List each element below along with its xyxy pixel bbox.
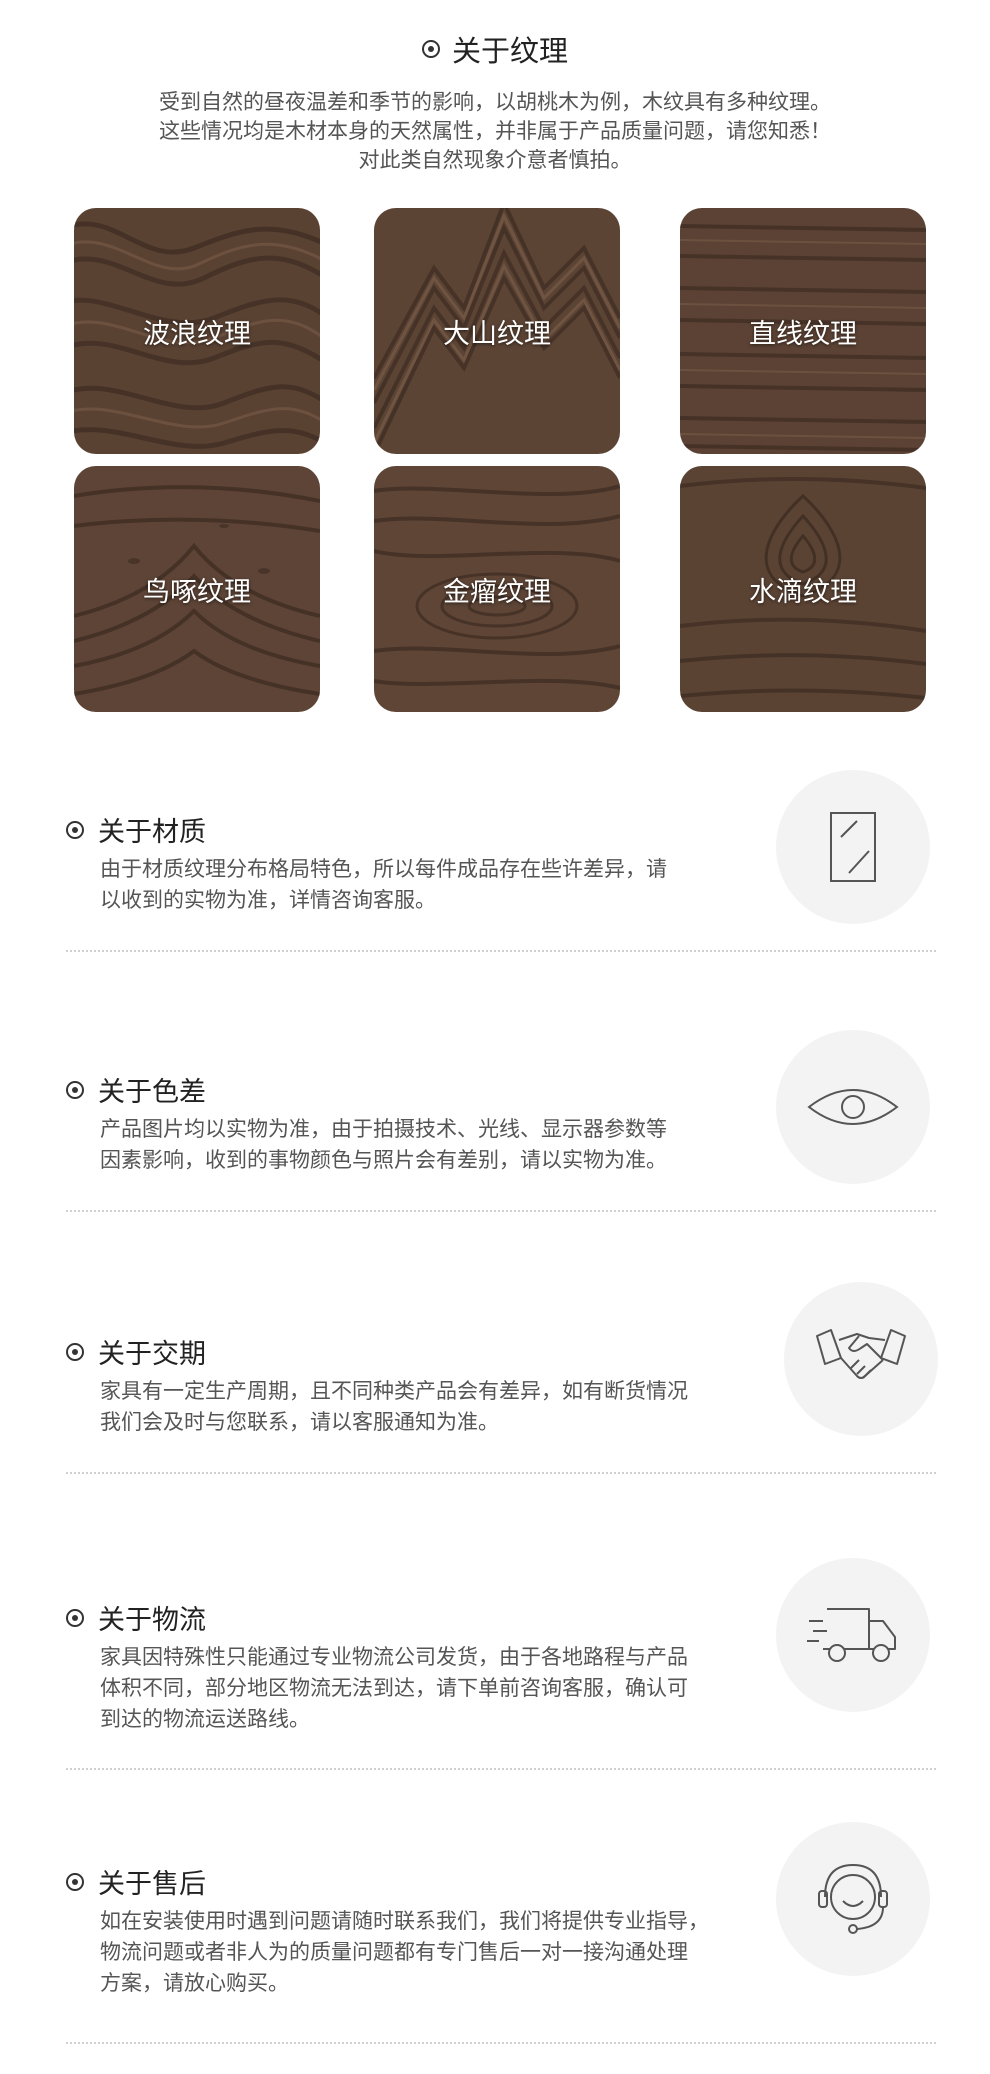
section-logistics: 关于物流 家具因特殊性只能通过专业物流公司发货，由于各地路程与产品 体积不同，部… [0, 1558, 990, 1778]
section-icon-circle [776, 1030, 930, 1184]
section-material: 关于材质 由于材质纹理分布格局特色，所以每件成品存在些许差异，请 以收到的实物为… [0, 770, 990, 970]
bullet-icon [66, 1608, 84, 1627]
texture-label-waterdrop: 水滴纹理 [749, 576, 857, 608]
section-line: 如在安装使用时遇到问题请随时联系我们，我们将提供专业指导， [100, 1909, 709, 1933]
texture-label-burl: 金瘤纹理 [443, 576, 551, 608]
section-title: 关于色差 [98, 1077, 206, 1108]
section-body: 产品图片均以实物为准，由于拍摄技术、光线、显示器参数等 因素影响，收到的事物颜色… [100, 1114, 740, 1176]
section-title: 关于售后 [98, 1869, 206, 1900]
section-body: 家具因特殊性只能通过专业物流公司发货，由于各地路程与产品 体积不同，部分地区物流… [100, 1642, 740, 1735]
section-line: 到达的物流运送路线。 [100, 1707, 310, 1731]
texture-label-mountain: 大山纹理 [443, 318, 551, 350]
section-body: 如在安装使用时遇到问题请随时联系我们，我们将提供专业指导， 物流问题或者非人为的… [100, 1906, 740, 1999]
section-line: 我们会及时与您联系，请以客服通知为准。 [100, 1410, 499, 1434]
section-line: 由于材质纹理分布格局特色，所以每件成品存在些许差异，请 [100, 857, 667, 881]
section-line: 家具有一定生产周期，且不同种类产品会有差异，如有断货情况 [100, 1379, 688, 1403]
section-body: 由于材质纹理分布格局特色，所以每件成品存在些许差异，请 以收到的实物为准，详情咨… [100, 854, 740, 916]
section-icon-circle [776, 770, 930, 924]
section-title: 关于交期 [98, 1339, 206, 1370]
section-line: 方案，请放心购买。 [100, 1971, 289, 1995]
texture-grid: 波浪纹理 大山纹理 直线纹理 鸟啄纹理 金瘤纹理 水滴纹理 [0, 0, 990, 720]
section-icon-circle [784, 1282, 938, 1436]
section-title-row: 关于材质 [66, 810, 206, 849]
section-icon-circle [776, 1822, 930, 1976]
truck-icon [807, 1608, 896, 1662]
section-title: 关于物流 [98, 1605, 206, 1636]
section-body: 家具有一定生产周期，且不同种类产品会有差异，如有断货情况 我们会及时与您联系，请… [100, 1376, 740, 1438]
texture-label-wave: 波浪纹理 [143, 318, 251, 350]
headset-icon [818, 1863, 888, 1934]
section-line: 产品图片均以实物为准，由于拍摄技术、光线、显示器参数等 [100, 1117, 667, 1141]
section-line: 体积不同，部分地区物流无法到达，请下单前咨询客服，确认可 [100, 1676, 688, 1700]
texture-tile-straight: 直线纹理 [680, 208, 926, 454]
section-title: 关于材质 [98, 817, 206, 848]
section-line: 以收到的实物为准，详情咨询客服。 [100, 888, 436, 912]
section-divider [66, 1472, 936, 1474]
bullet-icon [66, 820, 84, 839]
texture-tile-wave: 波浪纹理 [74, 208, 320, 454]
bullet-icon [66, 1872, 84, 1891]
section-line: 物流问题或者非人为的质量问题都有专门售后一对一接沟通处理 [100, 1940, 688, 1964]
bullet-icon [66, 1080, 84, 1099]
bullet-icon [66, 1342, 84, 1361]
section-title-row: 关于色差 [66, 1070, 206, 1109]
handshake-icon [816, 1329, 906, 1379]
section-title-row: 关于物流 [66, 1598, 206, 1637]
glass-frame-icon [830, 812, 876, 882]
texture-tile-mountain: 大山纹理 [374, 208, 620, 454]
section-line: 因素影响，收到的事物颜色与照片会有差别，请以实物为准。 [100, 1148, 667, 1172]
section-divider [66, 1210, 936, 1212]
texture-label-straight: 直线纹理 [749, 318, 857, 350]
section-divider [66, 950, 936, 952]
eye-icon [807, 1089, 899, 1125]
section-divider [66, 2042, 936, 2044]
section-divider [66, 1768, 936, 1770]
section-aftersales: 关于售后 如在安装使用时遇到问题请随时联系我们，我们将提供专业指导， 物流问题或… [0, 1822, 990, 2052]
texture-tile-birdpeck: 鸟啄纹理 [74, 466, 320, 712]
section-title-row: 关于售后 [66, 1862, 206, 1901]
section-title-row: 关于交期 [66, 1332, 206, 1371]
section-icon-circle [776, 1558, 930, 1712]
texture-label-birdpeck: 鸟啄纹理 [143, 576, 251, 608]
section-color: 关于色差 产品图片均以实物为准，由于拍摄技术、光线、显示器参数等 因素影响，收到… [0, 1030, 990, 1230]
section-line: 家具因特殊性只能通过专业物流公司发货，由于各地路程与产品 [100, 1645, 688, 1669]
section-delivery: 关于交期 家具有一定生产周期，且不同种类产品会有差异，如有断货情况 我们会及时与… [0, 1282, 990, 1492]
texture-tile-waterdrop: 水滴纹理 [680, 466, 926, 712]
texture-tile-burl: 金瘤纹理 [374, 466, 620, 712]
